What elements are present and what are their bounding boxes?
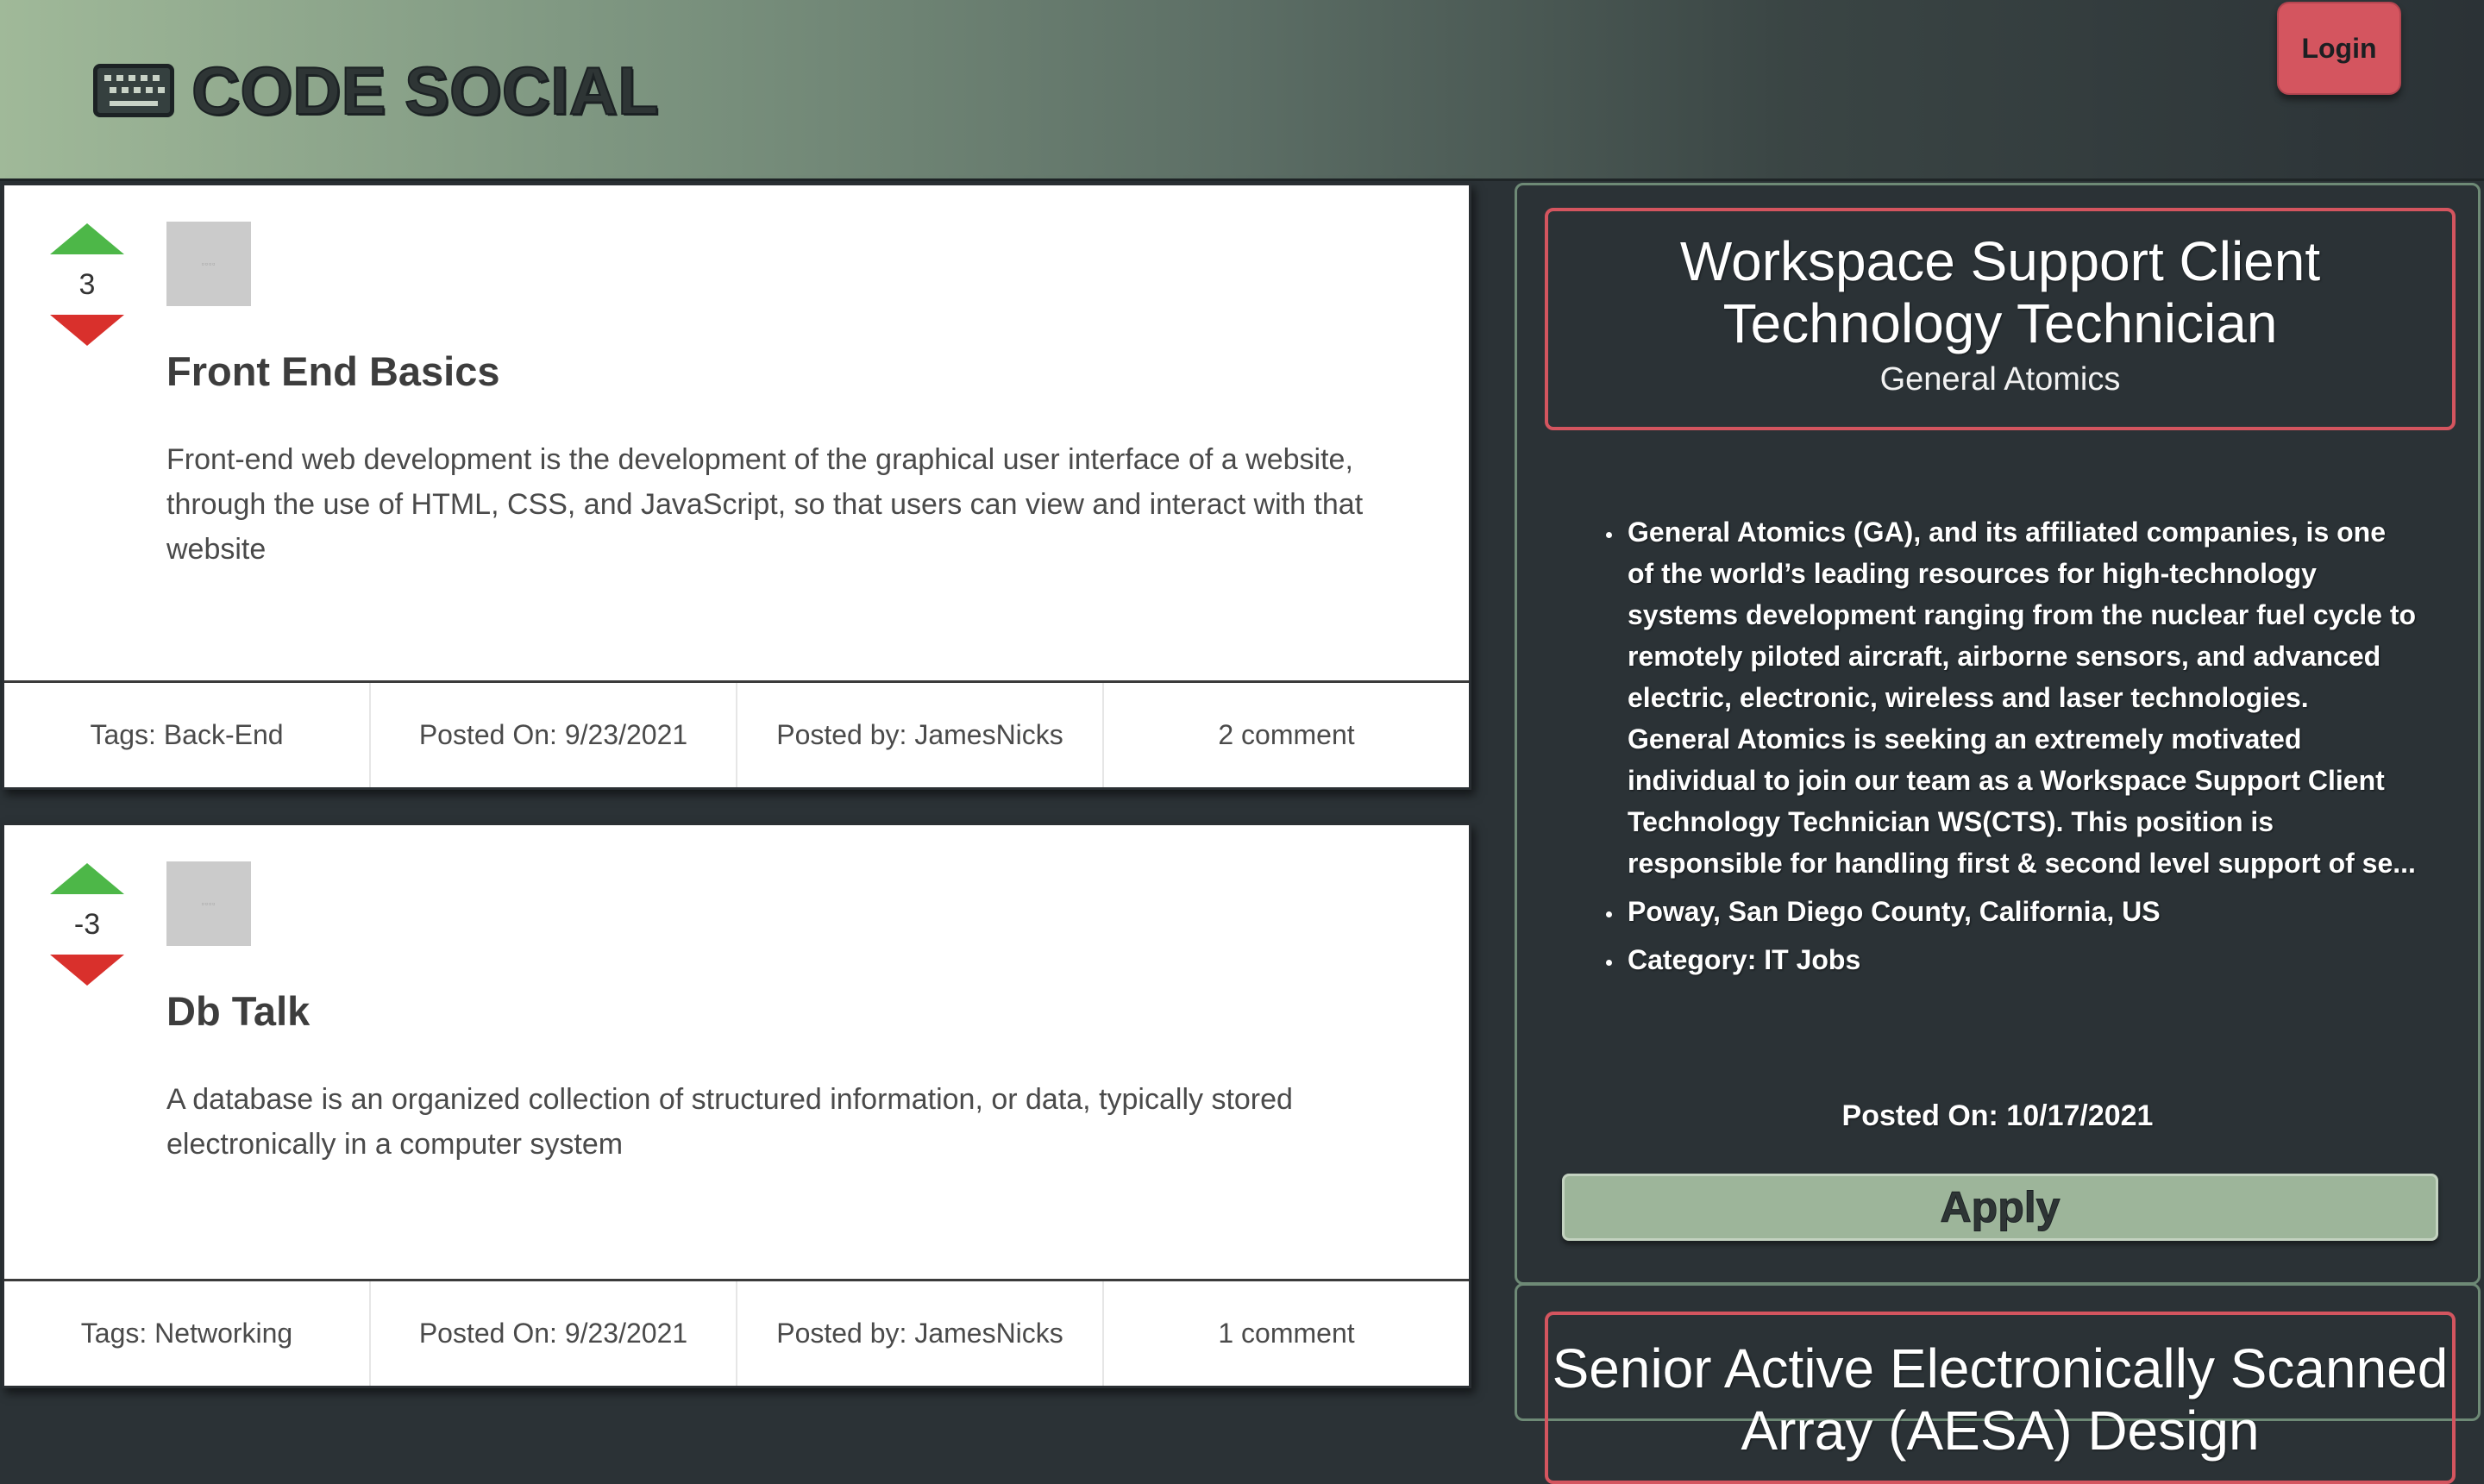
job-category: Category: IT Jobs	[1624, 939, 2418, 980]
login-button[interactable]: Login	[2277, 2, 2401, 95]
post-card: -3 ▫▫▫▫ Db Talk A database is an organiz…	[2, 823, 1471, 1388]
post-comments-link[interactable]: 1 comment	[1104, 1281, 1469, 1386]
brand-title: CODE SOCIAL	[191, 52, 660, 129]
downvote-arrow-icon[interactable]	[50, 315, 124, 346]
upvote-arrow-icon[interactable]	[50, 223, 124, 254]
brand[interactable]: CODE SOCIAL	[93, 52, 660, 129]
job-listing: Senior Active Electronically Scanned Arr…	[1515, 1283, 2481, 1484]
post-title[interactable]: Front End Basics	[166, 348, 500, 395]
post-comments-link[interactable]: 2 comment	[1104, 683, 1469, 787]
image-placeholder-icon: ▫▫▫▫	[201, 899, 216, 908]
post-thumbnail: ▫▫▫▫	[166, 222, 251, 306]
post-thumbnail: ▫▫▫▫	[166, 861, 251, 946]
job-details: General Atomics (GA), and its affiliated…	[1624, 511, 2418, 987]
vote-score: 3	[78, 268, 96, 301]
downvote-arrow-icon[interactable]	[50, 955, 124, 986]
post-title[interactable]: Db Talk	[166, 987, 310, 1035]
post-footer: Tags: Networking Posted On: 9/23/2021 Po…	[4, 1279, 1469, 1386]
job-posted-date: Posted On: 10/17/2021	[1841, 1099, 2154, 1132]
job-listing: Workspace Support Client Technology Tech…	[1515, 183, 2481, 1285]
post-date: Posted On: 9/23/2021	[371, 1281, 737, 1386]
job-company: General Atomics	[1879, 361, 2121, 398]
post-body: A database is an organized collection of…	[166, 1083, 1293, 1161]
vote-control: 3	[49, 223, 125, 346]
post-footer: Tags: Back-End Posted On: 9/23/2021 Post…	[4, 680, 1469, 787]
upvote-arrow-icon[interactable]	[50, 863, 124, 894]
job-header: Senior Active Electronically Scanned Arr…	[1545, 1312, 2456, 1484]
post-author: Posted by: JamesNicks	[737, 1281, 1104, 1386]
job-title: Workspace Support Client Technology Tech…	[1679, 230, 2321, 354]
image-placeholder-icon: ▫▫▫▫	[201, 260, 216, 268]
post-card: 3 ▫▫▫▫ Front End Basics Front-end web de…	[2, 183, 1471, 790]
post-body: Front-end web development is the develop…	[166, 443, 1364, 566]
post-author: Posted by: JamesNicks	[737, 683, 1104, 787]
vote-score: -3	[73, 908, 101, 941]
job-description: General Atomics (GA), and its affiliated…	[1624, 511, 2418, 884]
site-header: CODE SOCIAL Login	[0, 0, 2484, 181]
vote-control: -3	[49, 863, 125, 986]
keyboard-icon	[93, 64, 174, 117]
post-tags: Tags: Back-End	[4, 683, 371, 787]
post-date: Posted On: 9/23/2021	[371, 683, 737, 787]
job-title: Senior Active Electronically Scanned Arr…	[1552, 1337, 2449, 1462]
job-header: Workspace Support Client Technology Tech…	[1545, 208, 2456, 430]
job-location: Poway, San Diego County, California, US	[1624, 891, 2418, 932]
apply-button[interactable]: Apply	[1562, 1174, 2438, 1241]
post-tags: Tags: Networking	[4, 1281, 371, 1386]
